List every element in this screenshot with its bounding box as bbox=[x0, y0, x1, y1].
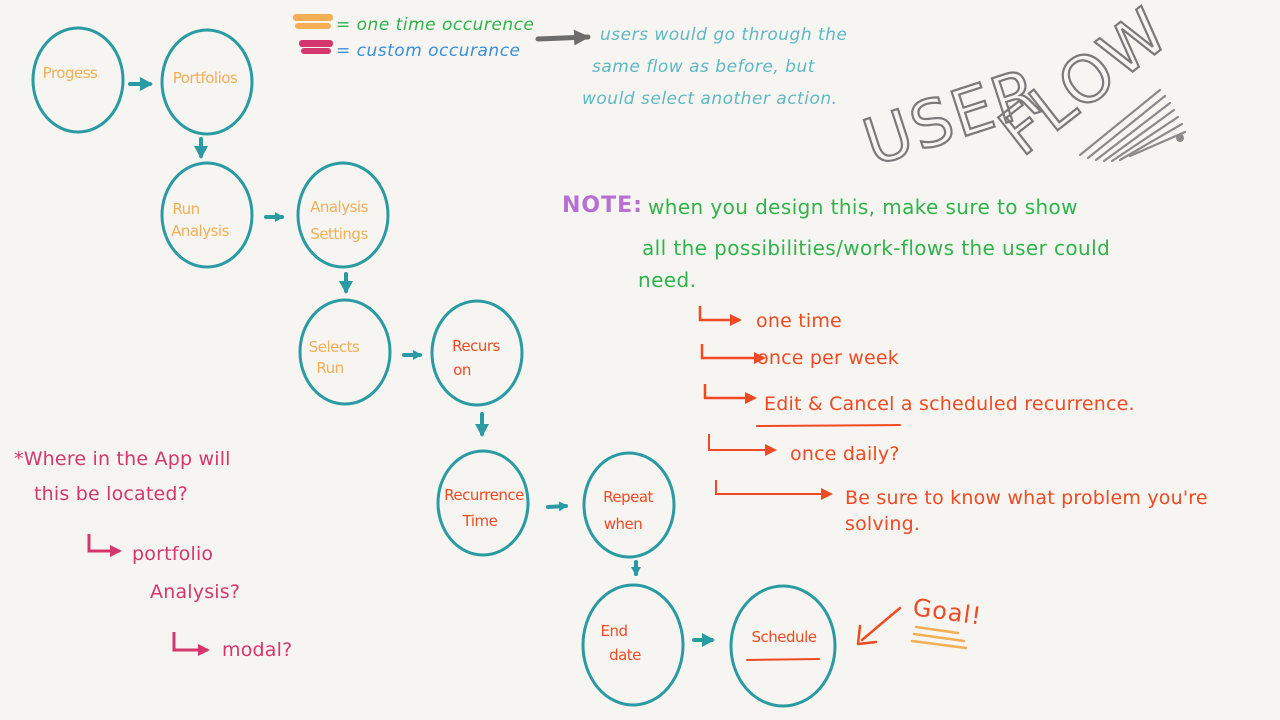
goal-arrow bbox=[860, 606, 902, 642]
node-label-line-2: Time bbox=[462, 512, 498, 530]
goal-label: Goal! bbox=[911, 593, 984, 630]
node-label: Schedule bbox=[752, 628, 817, 646]
option-one-time: one time bbox=[698, 306, 842, 332]
flow-node-repeat-when: Repeat when bbox=[582, 451, 676, 559]
node-label: Progess bbox=[43, 64, 98, 82]
option-label: Edit & Cancel a scheduled recurrence. bbox=[764, 393, 1135, 415]
option-once-per-week: once per week bbox=[700, 344, 899, 369]
node-label-line-1: Repeat bbox=[603, 488, 653, 506]
arrow-recurrence-time-to-repeat-when bbox=[546, 501, 568, 512]
node-label-line-2: Settings bbox=[310, 225, 368, 243]
option-underline bbox=[756, 424, 901, 427]
legend-arrow bbox=[535, 29, 591, 46]
node-label-line-2: when bbox=[604, 515, 643, 533]
option-label: once daily? bbox=[790, 443, 900, 465]
node-label-line-1: Selects bbox=[309, 338, 360, 356]
option-edit-cancel: Edit & Cancel a scheduled recurrence. bbox=[703, 384, 1135, 427]
flow-node-end-date: End date bbox=[581, 583, 685, 707]
note-options: one time once per week Edit & Cancel a s… bbox=[698, 306, 1208, 535]
location-answer-3: modal? bbox=[222, 639, 292, 661]
flow-node-recurs-on: Recurs on bbox=[430, 299, 524, 407]
location-answer-2: Analysis? bbox=[150, 581, 240, 603]
note-section: NOTE: when you design this, make sure to… bbox=[562, 193, 1110, 292]
node-label-line-1: Recurrence bbox=[444, 486, 524, 504]
node-label-line-1: End bbox=[600, 622, 627, 640]
node-label-line-2: Run bbox=[316, 359, 343, 377]
schedule-underline bbox=[746, 658, 820, 661]
option-label-line-2: solving. bbox=[845, 513, 920, 535]
legend-note-line-1: users would go through the bbox=[600, 25, 847, 45]
note-line-3: need. bbox=[638, 268, 696, 292]
flow-node-schedule: Schedule bbox=[729, 584, 837, 708]
legend-one-time-label: = one time occurence bbox=[336, 15, 534, 35]
node-label: Portfolios bbox=[173, 69, 238, 87]
legend-custom-label: = custom occurance bbox=[336, 41, 521, 61]
goal-underlines bbox=[910, 625, 968, 650]
flow-node-portfolios: Portfolios bbox=[160, 28, 254, 136]
note-line-1: when you design this, make sure to show bbox=[648, 195, 1078, 219]
option-label: one time bbox=[756, 310, 842, 332]
legend-note-line-2: same flow as before, but bbox=[592, 57, 816, 77]
flow-node-run-analysis: Run Analysis bbox=[160, 161, 254, 269]
location-question-line-2: this be located? bbox=[34, 483, 188, 505]
location-arrow-2 bbox=[172, 632, 210, 656]
flow-node-selects-run: Selects Run bbox=[298, 298, 392, 406]
option-label: once per week bbox=[757, 347, 899, 369]
location-question-line-1: *Where in the App will bbox=[14, 448, 231, 470]
location-section: *Where in the App will this be located? … bbox=[14, 448, 292, 661]
title: USER FLOW bbox=[854, 0, 1187, 182]
title-shading-dot bbox=[1176, 134, 1184, 142]
node-label-line-2: on bbox=[453, 361, 471, 379]
node-label-line-2: Analysis bbox=[171, 222, 229, 240]
flow-node-analysis-settings: Analysis Settings bbox=[296, 161, 390, 269]
note-label: NOTE: bbox=[562, 193, 643, 218]
user-flow-diagram: = one time occurence = custom occurance … bbox=[14, 0, 1208, 708]
node-label-line-2: date bbox=[609, 646, 641, 664]
note-line-2: all the possibilities/work-flows the use… bbox=[642, 236, 1110, 260]
option-once-daily: once daily? bbox=[708, 434, 900, 465]
option-label-line-1: Be sure to know what problem you're bbox=[845, 487, 1208, 509]
flow-node-progress: Progess bbox=[31, 26, 125, 134]
legend: = one time occurence = custom occurance … bbox=[293, 14, 847, 109]
location-arrow-1 bbox=[87, 534, 122, 557]
node-label-line-1: Run bbox=[172, 200, 199, 218]
flow-node-recurrence-time: Recurrence Time bbox=[436, 449, 530, 557]
option-problem: Be sure to know what problem you're solv… bbox=[715, 480, 1208, 535]
node-label-line-1: Analysis bbox=[310, 198, 368, 216]
location-answer-1: portfolio bbox=[132, 543, 213, 565]
goal-annotation: Goal! bbox=[856, 593, 984, 650]
legend-one-time-swatch bbox=[293, 14, 333, 29]
legend-custom-swatch bbox=[299, 40, 333, 54]
legend-note-line-3: would select another action. bbox=[582, 89, 838, 109]
node-label-line-1: Recurs bbox=[452, 337, 500, 355]
